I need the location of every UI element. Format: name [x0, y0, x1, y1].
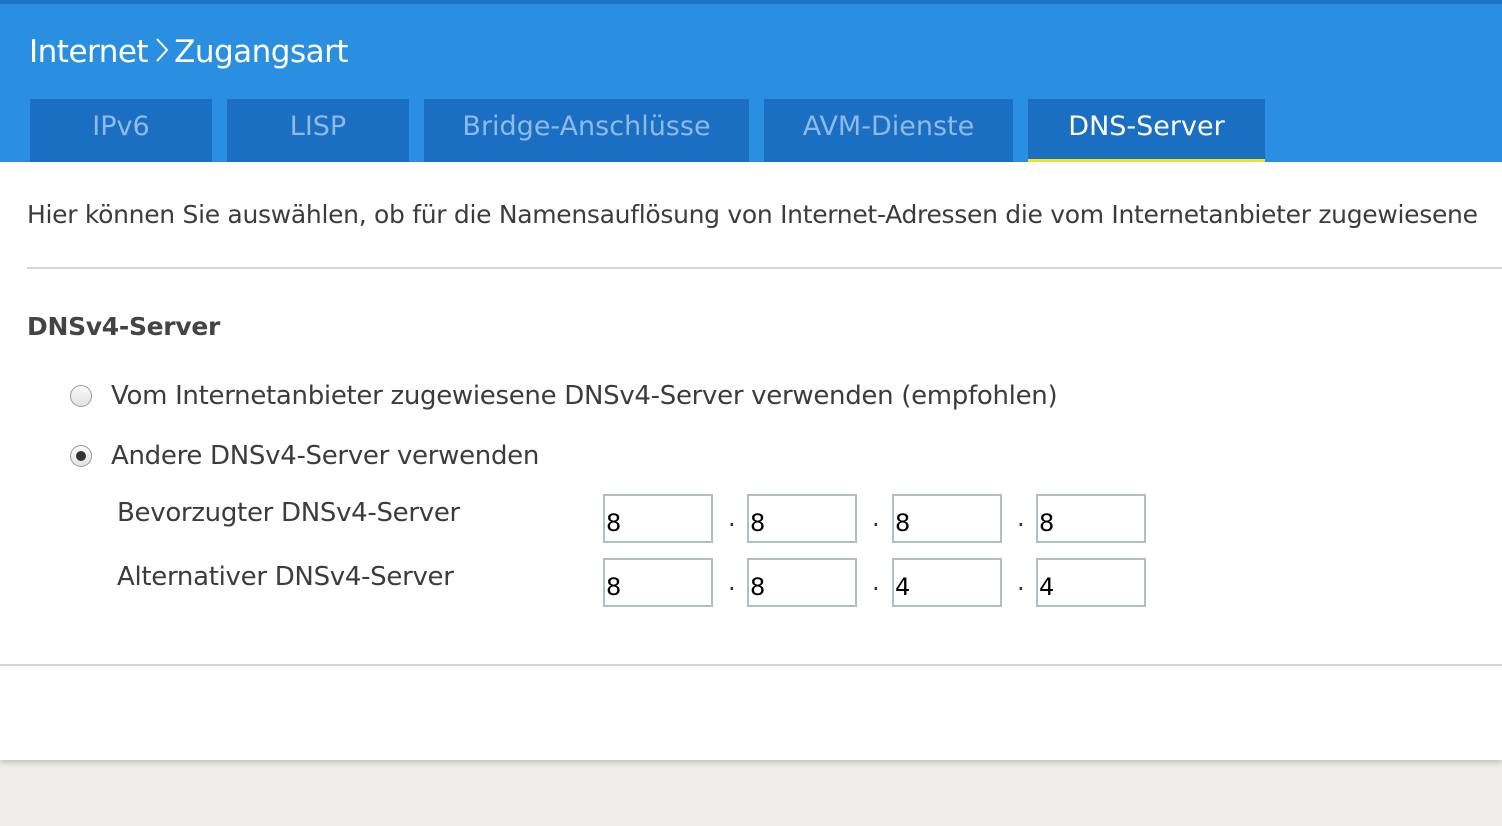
breadcrumb-parent[interactable]: Internet: [29, 34, 149, 70]
radio-button-provider-dns[interactable]: [70, 385, 92, 407]
tab-ipv6[interactable]: IPv6: [30, 99, 212, 163]
intro-text: Hier können Sie auswählen, ob für die Na…: [27, 200, 1478, 229]
breadcrumb-current: Zugangsart: [174, 34, 349, 70]
header-bar: Internet Zugangsart IPv6 LISP Bridge-Ansc…: [0, 0, 1502, 163]
breadcrumb: Internet Zugangsart: [29, 34, 349, 72]
alternate-dns-octet-4[interactable]: [1036, 558, 1146, 607]
tab-bridge-anschluesse[interactable]: Bridge-Anschlüsse: [424, 99, 749, 163]
alternate-dns-octet-2[interactable]: [747, 558, 857, 607]
radio-label-provider-dns[interactable]: Vom Internetanbieter zugewiesene DNSv4-S…: [111, 381, 1058, 411]
preferred-dns-octet-1[interactable]: [603, 494, 713, 543]
preferred-dns-octet-4[interactable]: [1036, 494, 1146, 543]
octet-separator: .: [728, 568, 736, 596]
alternate-dns-octet-1[interactable]: [603, 558, 713, 607]
tab-lisp[interactable]: LISP: [227, 99, 409, 163]
octet-separator: .: [1017, 504, 1025, 532]
octet-separator: .: [1017, 568, 1025, 596]
radio-option-provider-dns[interactable]: Vom Internetanbieter zugewiesene DNSv4-S…: [70, 381, 1058, 411]
radio-option-other-dns[interactable]: Andere DNSv4-Server verwenden: [70, 441, 539, 471]
divider: [27, 267, 1502, 269]
octet-separator: .: [872, 568, 880, 596]
alternate-dns-label: Alternativer DNSv4-Server: [117, 562, 454, 592]
preferred-dns-octet-3[interactable]: [892, 494, 1002, 543]
chevron-right-icon: [154, 36, 170, 72]
preferred-dns-octet-2[interactable]: [747, 494, 857, 543]
tab-avm-dienste[interactable]: AVM-Dienste: [764, 99, 1013, 163]
octet-separator: .: [872, 504, 880, 532]
section-title-dnsv4: DNSv4-Server: [27, 312, 221, 341]
tab-dns-server[interactable]: DNS-Server: [1028, 99, 1265, 163]
octet-separator: .: [728, 504, 736, 532]
preferred-dns-label: Bevorzugter DNSv4-Server: [117, 498, 460, 528]
divider: [0, 664, 1502, 666]
radio-button-other-dns[interactable]: [70, 445, 92, 467]
content-panel: Hier können Sie auswählen, ob für die Na…: [0, 162, 1502, 760]
radio-label-other-dns[interactable]: Andere DNSv4-Server verwenden: [111, 441, 539, 471]
alternate-dns-octet-3[interactable]: [892, 558, 1002, 607]
